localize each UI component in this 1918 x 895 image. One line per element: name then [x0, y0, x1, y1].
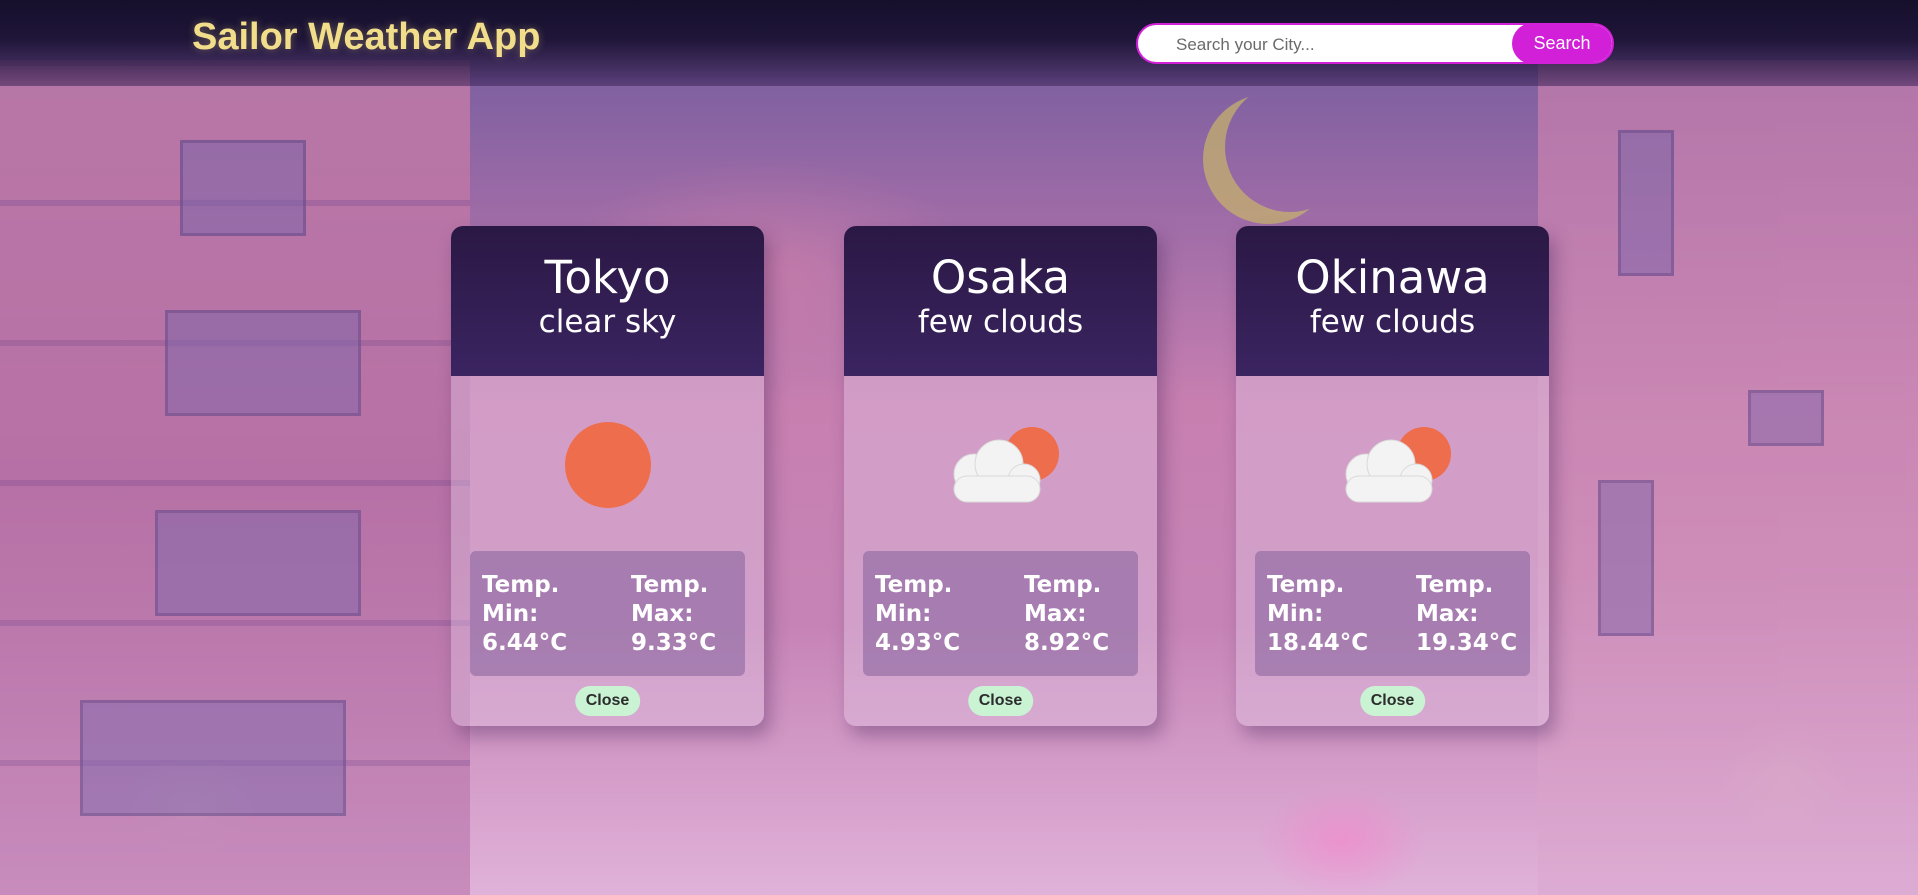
search-form: Search: [1136, 23, 1614, 64]
temp-max-label: Temp. Max:: [1416, 572, 1494, 627]
sun-icon: [565, 422, 651, 508]
background-building-right: [1538, 60, 1918, 895]
temp-min-value: 6.44°C: [482, 630, 568, 656]
temp-max-value: 9.33°C: [631, 630, 717, 656]
temp-min: Temp. Min: 18.44°C: [1267, 571, 1387, 658]
background-building-left: [0, 60, 470, 895]
app-header: Sailor Weather App Search: [0, 0, 1918, 86]
temperature-panel: Temp. Min: 4.93°C Temp. Max: 8.92°C: [863, 551, 1138, 676]
weather-description: few clouds: [917, 304, 1084, 340]
weather-icon-area: [844, 376, 1157, 552]
few-clouds-icon: [1345, 427, 1451, 503]
temp-min-label: Temp. Min:: [875, 572, 953, 627]
temp-min-value: 4.93°C: [875, 630, 961, 656]
weather-description: few clouds: [1309, 304, 1476, 340]
background-window: [165, 310, 361, 416]
search-input[interactable]: [1174, 25, 1518, 62]
city-name: Tokyo: [544, 251, 671, 304]
temp-max-value: 8.92°C: [1024, 630, 1110, 656]
background-window: [80, 700, 346, 816]
temp-max-label: Temp. Max:: [1024, 572, 1102, 627]
card-header: Osaka few clouds: [844, 226, 1157, 376]
crescent-moon-icon: [1225, 82, 1355, 212]
weather-card-tokyo: Tokyo clear sky Temp. Min: 6.44°C Temp. …: [451, 226, 764, 726]
temp-min-label: Temp. Min:: [482, 572, 560, 627]
city-name: Okinawa: [1295, 251, 1490, 304]
weather-icon-area: [1236, 376, 1549, 552]
temp-max-label: Temp. Max:: [631, 572, 709, 627]
weather-description: clear sky: [538, 304, 677, 340]
temp-max-value: 19.34°C: [1416, 630, 1518, 656]
temp-min: Temp. Min: 4.93°C: [875, 571, 995, 658]
background-window: [180, 140, 306, 236]
app-title: Sailor Weather App: [192, 16, 541, 58]
temp-min-label: Temp. Min:: [1267, 572, 1345, 627]
weather-card-osaka: Osaka few clouds Temp. Min: 4.93°C Temp.…: [844, 226, 1157, 726]
close-button[interactable]: Close: [967, 686, 1034, 716]
temperature-panel: Temp. Min: 18.44°C Temp. Max: 19.34°C: [1255, 551, 1530, 676]
background-window: [1618, 130, 1674, 276]
close-button[interactable]: Close: [574, 686, 641, 716]
background-window: [1748, 390, 1824, 446]
search-button[interactable]: Search: [1512, 25, 1612, 62]
background-window: [155, 510, 361, 616]
temp-min-value: 18.44°C: [1267, 630, 1369, 656]
card-header: Tokyo clear sky: [451, 226, 764, 376]
few-clouds-icon: [953, 427, 1059, 503]
city-name: Osaka: [930, 251, 1071, 304]
background-window: [1598, 480, 1654, 636]
temp-min: Temp. Min: 6.44°C: [482, 571, 602, 658]
temperature-panel: Temp. Min: 6.44°C Temp. Max: 9.33°C: [470, 551, 745, 676]
weather-icon-area: [451, 376, 764, 552]
card-header: Okinawa few clouds: [1236, 226, 1549, 376]
temp-max: Temp. Max: 9.33°C: [631, 571, 751, 658]
close-button[interactable]: Close: [1359, 686, 1426, 716]
temp-max: Temp. Max: 8.92°C: [1024, 571, 1144, 658]
temp-max: Temp. Max: 19.34°C: [1416, 571, 1536, 658]
weather-card-okinawa: Okinawa few clouds Temp. Min: 18.44°C Te…: [1236, 226, 1549, 726]
